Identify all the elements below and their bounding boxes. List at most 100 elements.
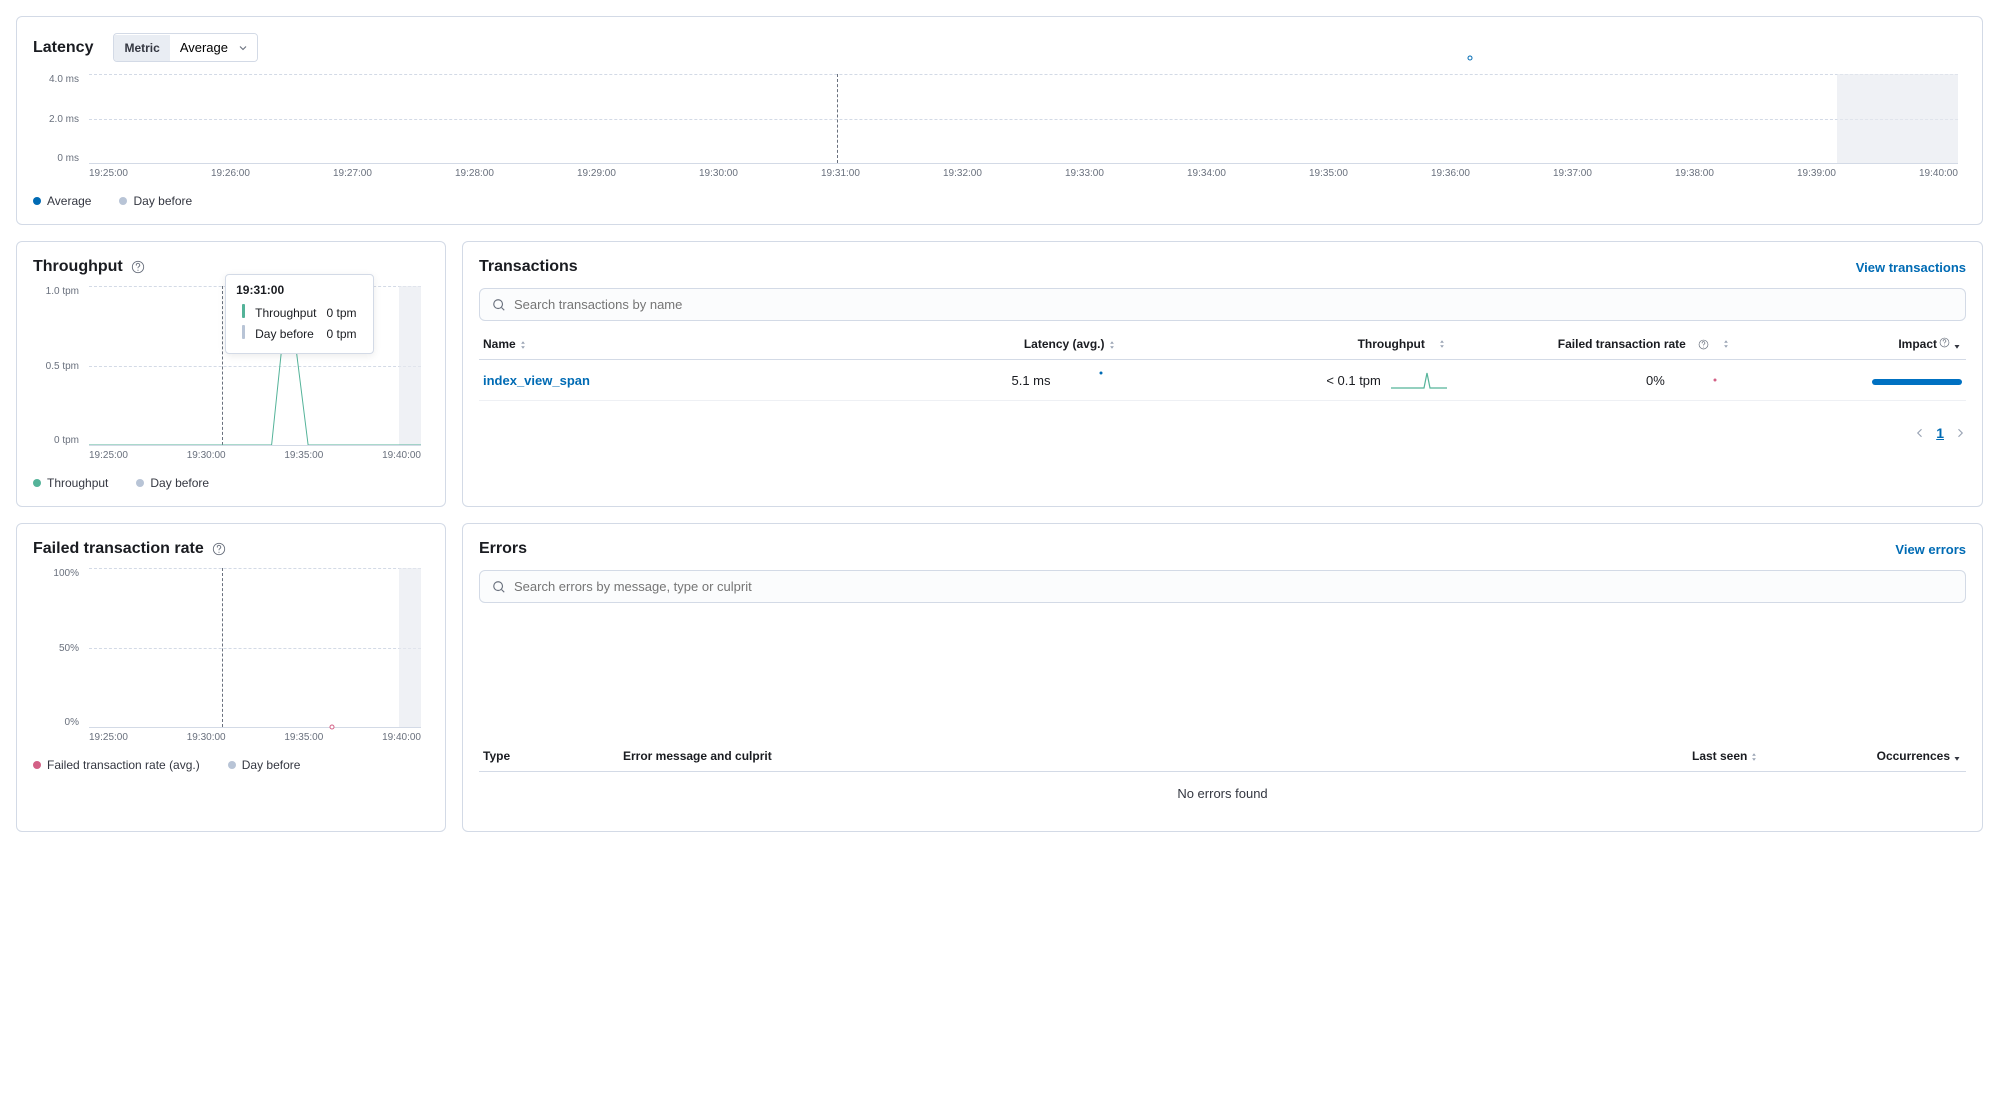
legend-item[interactable]: Average (33, 194, 91, 208)
search-icon (492, 298, 506, 312)
sort-icon (1107, 340, 1117, 350)
column-failed[interactable]: Failed transaction rate (1467, 337, 1751, 351)
x-tick: 19:37:00 (1553, 168, 1592, 184)
legend-item[interactable]: Day before (119, 194, 192, 208)
column-impact[interactable]: Impact (1751, 337, 1962, 351)
selection-ghost (1837, 74, 1959, 163)
failed-sparkline (1675, 370, 1731, 390)
throughput-sparkline (1391, 370, 1447, 390)
sort-desc-icon (1952, 752, 1962, 762)
metric-label: Metric (114, 35, 169, 61)
selection-ghost (399, 568, 421, 727)
x-tick: 19:34:00 (1187, 168, 1226, 184)
transactions-search[interactable] (479, 288, 1966, 321)
throughput-panel: Throughput 1.0 tpm 0.5 tpm 0 tpm 19:31 (16, 241, 446, 507)
y-tick: 100% (33, 568, 85, 579)
errors-title: Errors (479, 540, 527, 558)
view-transactions-link[interactable]: View transactions (1856, 260, 1966, 275)
x-tick: 19:40:00 (1919, 168, 1958, 184)
metric-selector[interactable]: Metric Average (113, 33, 257, 62)
y-tick: 0.5 tpm (33, 361, 85, 372)
help-icon[interactable] (212, 542, 226, 556)
sort-desc-icon (1952, 340, 1962, 350)
page-number[interactable]: 1 (1936, 425, 1944, 441)
x-tick: 19:28:00 (455, 168, 494, 184)
help-icon[interactable] (131, 260, 145, 274)
legend-item[interactable]: Failed transaction rate (avg.) (33, 758, 200, 772)
latency-sparkline (1061, 370, 1117, 390)
failed-legend: Failed transaction rate (avg.) Day befor… (33, 758, 429, 772)
x-tick: 19:26:00 (211, 168, 250, 184)
prev-page-button[interactable] (1914, 427, 1926, 439)
errors-search-input[interactable] (514, 579, 1953, 594)
column-name[interactable]: Name (483, 337, 853, 351)
cursor-line (222, 568, 223, 727)
transactions-panel: Transactions View transactions Name Late… (462, 241, 1983, 507)
x-tick: 19:38:00 (1675, 168, 1714, 184)
column-latency[interactable]: Latency (avg.) (853, 337, 1157, 351)
transactions-search-input[interactable] (514, 297, 1953, 312)
latency-legend: Average Day before (33, 194, 1966, 208)
throughput-chart[interactable]: 1.0 tpm 0.5 tpm 0 tpm 19:31:00 Throughpu… (33, 286, 429, 466)
latency-data-point (1468, 55, 1473, 60)
y-tick: 0 tpm (33, 435, 85, 446)
y-tick: 50% (33, 643, 85, 654)
failed-title: Failed transaction rate (33, 540, 204, 558)
y-tick: 0 ms (33, 153, 85, 164)
x-tick: 19:35:00 (284, 450, 323, 466)
throughput-legend: Throughput Day before (33, 476, 429, 490)
x-tick: 19:40:00 (382, 450, 421, 466)
view-errors-link[interactable]: View errors (1895, 542, 1966, 557)
sort-icon (1749, 752, 1759, 762)
x-tick: 19:30:00 (699, 168, 738, 184)
column-message[interactable]: Error message and culprit (623, 749, 1692, 763)
column-throughput[interactable]: Throughput (1157, 337, 1467, 351)
x-tick: 19:35:00 (284, 732, 323, 748)
throughput-title: Throughput (33, 258, 123, 276)
y-tick: 0% (33, 717, 85, 728)
x-tick: 19:33:00 (1065, 168, 1104, 184)
failed-value: 0% (1646, 373, 1665, 388)
sort-icon (1437, 339, 1447, 349)
throughput-value: < 0.1 tpm (1326, 373, 1381, 388)
transactions-table: Name Latency (avg.) Throughput Failed tr… (479, 329, 1966, 401)
x-tick: 19:40:00 (382, 732, 421, 748)
latency-value: 5.1 ms (1012, 373, 1051, 388)
sort-icon (1721, 339, 1731, 349)
x-tick: 19:36:00 (1431, 168, 1470, 184)
latency-panel: Latency Metric Average 4.0 ms 2.0 ms 0 m… (16, 16, 1983, 225)
x-tick: 19:31:00 (821, 168, 860, 184)
failed-rate-panel: Failed transaction rate 100% 50% 0% 19:2… (16, 523, 446, 832)
failed-data-point (330, 725, 335, 730)
help-icon[interactable] (1698, 339, 1709, 350)
chart-tooltip: 19:31:00 Throughput0 tpm Day before0 tpm (225, 274, 373, 354)
next-page-button[interactable] (1954, 427, 1966, 439)
legend-item[interactable]: Day before (136, 476, 209, 490)
legend-item[interactable]: Throughput (33, 476, 108, 490)
x-tick: 19:32:00 (943, 168, 982, 184)
help-icon[interactable] (1939, 337, 1950, 348)
column-last-seen[interactable]: Last seen (1692, 749, 1832, 763)
y-tick: 2.0 ms (33, 114, 85, 125)
x-tick: 19:29:00 (577, 168, 616, 184)
errors-search[interactable] (479, 570, 1966, 603)
latency-title: Latency (33, 39, 93, 57)
x-tick: 19:25:00 (89, 450, 128, 466)
transactions-title: Transactions (479, 258, 578, 276)
x-tick: 19:30:00 (187, 732, 226, 748)
search-icon (492, 580, 506, 594)
latency-chart[interactable]: 4.0 ms 2.0 ms 0 ms 19:25:0019:26:0019:27… (33, 74, 1966, 184)
errors-panel: Errors View errors Type Error message an… (462, 523, 1983, 832)
failed-chart[interactable]: 100% 50% 0% 19:25:0019:30:0019:35:0019:4… (33, 568, 429, 748)
table-row: index_view_span 5.1 ms < 0.1 tpm 0% (479, 360, 1966, 401)
errors-table-head: Type Error message and culprit Last seen… (479, 741, 1966, 772)
metric-select[interactable]: Average (170, 34, 257, 61)
legend-item[interactable]: Day before (228, 758, 301, 772)
column-type[interactable]: Type (483, 749, 623, 763)
x-tick: 19:39:00 (1797, 168, 1836, 184)
x-tick: 19:35:00 (1309, 168, 1348, 184)
errors-empty-message: No errors found (479, 772, 1966, 815)
transaction-link[interactable]: index_view_span (483, 373, 590, 388)
column-occurrences[interactable]: Occurrences (1832, 749, 1962, 763)
tooltip-time: 19:31:00 (236, 283, 362, 297)
